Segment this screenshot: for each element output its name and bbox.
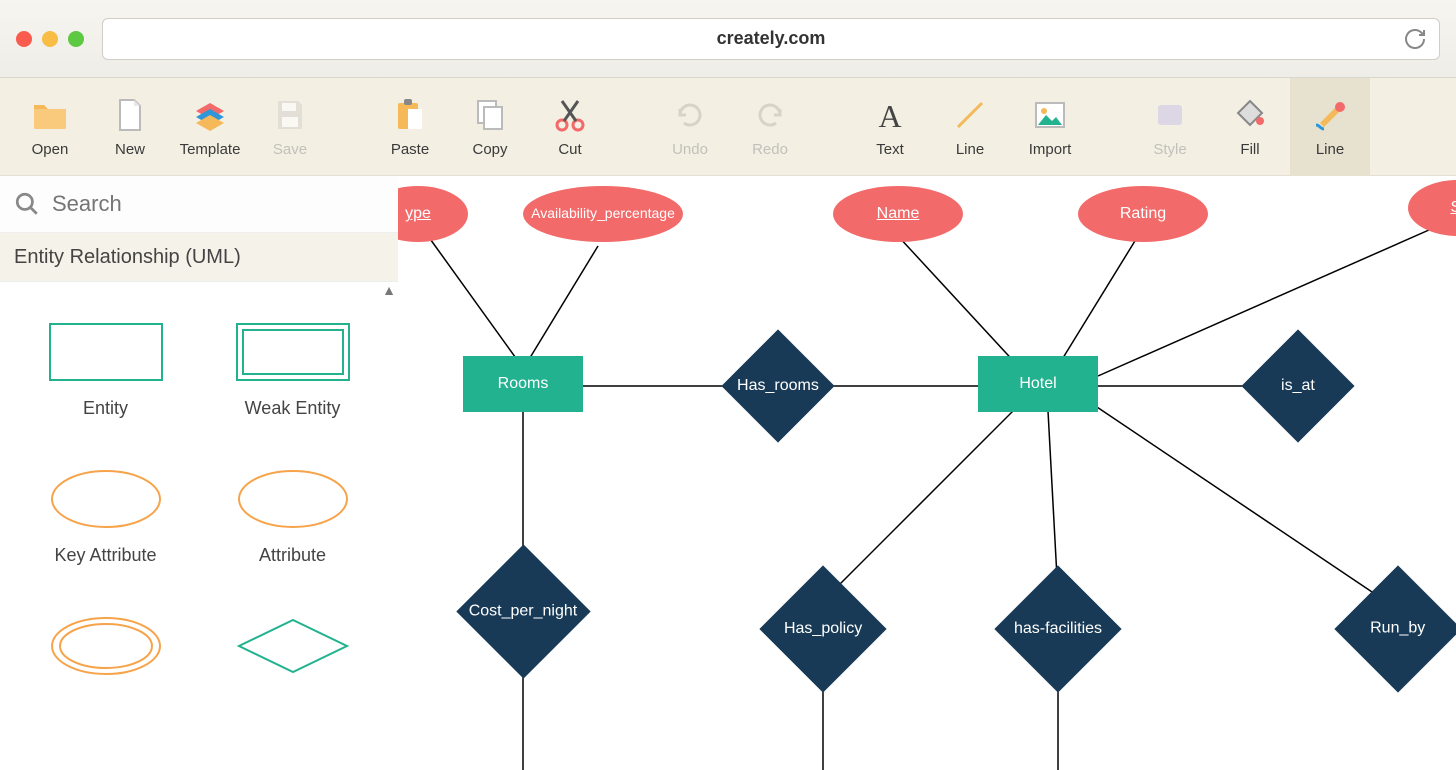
attribute-rating[interactable]: Rating: [1078, 186, 1208, 242]
reload-icon[interactable]: [1403, 27, 1427, 51]
relationship-has-rooms[interactable]: Has_rooms: [721, 329, 834, 442]
relationship-cost-per-night[interactable]: Cost_per_night: [456, 544, 590, 678]
diagram-edges: [398, 176, 1456, 770]
fill-icon: [1230, 95, 1270, 135]
copy-button[interactable]: Copy: [450, 78, 530, 176]
relationship-is-at[interactable]: is_at: [1241, 329, 1354, 442]
folder-icon: [30, 95, 70, 135]
search-icon: [14, 191, 40, 217]
cut-icon: [550, 95, 590, 135]
toolbar: Open New Template Save Paste Copy Cut Un…: [0, 78, 1456, 176]
pencil-icon: [1310, 95, 1350, 135]
shape-palette: ▲ Entity Weak Entity Key Attribute Attri…: [0, 282, 398, 770]
url-text: creately.com: [717, 28, 826, 49]
canvas[interactable]: ype Availability_percentage Name Rating …: [398, 176, 1456, 770]
attribute-type[interactable]: ype: [398, 186, 468, 242]
new-file-icon: [110, 95, 150, 135]
panel-title: Entity Relationship (UML): [0, 232, 398, 282]
search-row: [0, 176, 398, 232]
new-button[interactable]: New: [90, 78, 170, 176]
copy-icon: [470, 95, 510, 135]
attribute-availability[interactable]: Availability_percentage: [523, 186, 683, 242]
line-icon: [950, 95, 990, 135]
close-icon[interactable]: [16, 31, 32, 47]
scroll-up-icon[interactable]: ▲: [382, 282, 396, 298]
attribute-st[interactable]: St: [1408, 180, 1456, 236]
style-button[interactable]: Style: [1130, 78, 1210, 176]
shape-multivalued-attribute[interactable]: [12, 594, 199, 698]
maximize-icon[interactable]: [68, 31, 84, 47]
line-style-button[interactable]: Line: [1290, 78, 1370, 176]
undo-button[interactable]: Undo: [650, 78, 730, 176]
svg-text:A: A: [878, 98, 901, 134]
sidebar: Entity Relationship (UML) ▲ Entity Weak …: [0, 176, 398, 770]
style-icon: [1150, 95, 1190, 135]
window-controls: [16, 31, 84, 47]
template-button[interactable]: Template: [170, 78, 250, 176]
paste-icon: [390, 95, 430, 135]
template-icon: [190, 95, 230, 135]
search-input[interactable]: [52, 191, 384, 217]
attribute-name[interactable]: Name: [833, 186, 963, 242]
entity-hotel[interactable]: Hotel: [978, 356, 1098, 412]
cut-button[interactable]: Cut: [530, 78, 610, 176]
browser-chrome: creately.com: [0, 0, 1456, 78]
save-button[interactable]: Save: [250, 78, 330, 176]
save-icon: [270, 95, 310, 135]
undo-icon: [670, 95, 710, 135]
import-button[interactable]: Import: [1010, 78, 1090, 176]
minimize-icon[interactable]: [42, 31, 58, 47]
line-button[interactable]: Line: [930, 78, 1010, 176]
text-button[interactable]: A Text: [850, 78, 930, 176]
open-button[interactable]: Open: [10, 78, 90, 176]
import-icon: [1030, 95, 1070, 135]
fill-button[interactable]: Fill: [1210, 78, 1290, 176]
redo-button[interactable]: Redo: [730, 78, 810, 176]
shape-attribute[interactable]: Attribute: [199, 447, 386, 586]
address-bar[interactable]: creately.com: [102, 18, 1440, 60]
shape-key-attribute[interactable]: Key Attribute: [12, 447, 199, 586]
shape-relation[interactable]: [199, 594, 386, 698]
entity-rooms[interactable]: Rooms: [463, 356, 583, 412]
redo-icon: [750, 95, 790, 135]
shape-weak-entity[interactable]: Weak Entity: [199, 300, 386, 439]
paste-button[interactable]: Paste: [370, 78, 450, 176]
shape-entity[interactable]: Entity: [12, 300, 199, 439]
relationship-run-by[interactable]: Run_by: [1334, 565, 1456, 692]
relationship-has-facilities[interactable]: has-facilities: [994, 565, 1121, 692]
relationship-has-policy[interactable]: Has_policy: [759, 565, 886, 692]
text-icon: A: [870, 95, 910, 135]
